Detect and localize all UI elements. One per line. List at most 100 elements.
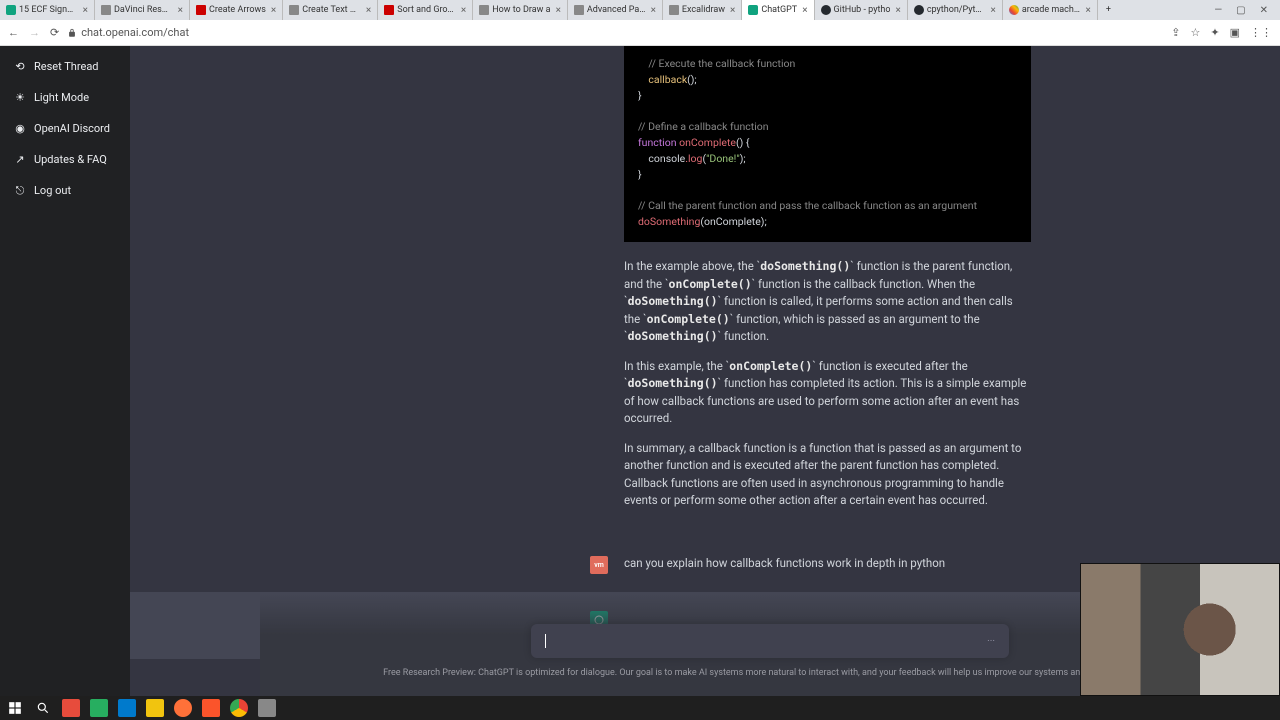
lock-icon [67, 28, 77, 38]
browser-tab[interactable]: Create Arrows × [190, 0, 283, 20]
sidebar-item-label: Updates & FAQ [34, 153, 107, 166]
favicon [479, 5, 489, 15]
url-field[interactable]: chat.openai.com/chat [67, 26, 1163, 39]
close-window-button[interactable]: ✕ [1260, 5, 1268, 16]
sidebar-item-label: Log out [34, 184, 71, 197]
sun-icon: ☀ [14, 92, 26, 104]
share-icon[interactable]: ⇪ [1171, 26, 1180, 39]
browser-tab[interactable]: Excalidraw × [663, 0, 742, 20]
tab-close-button[interactable]: × [730, 5, 735, 16]
browser-tab[interactable]: How to Draw a × [473, 0, 568, 20]
tab-close-button[interactable]: × [271, 5, 276, 16]
assistant-message: In the example above, the `doSomething()… [624, 258, 1031, 510]
task-app-1[interactable] [62, 699, 80, 717]
code-block: // Execute the callback function callbac… [624, 46, 1031, 242]
tab-title: Sort and Group [397, 5, 456, 15]
tab-title: ChatGPT [761, 5, 797, 15]
sidebar-item-label: Reset Thread [34, 60, 99, 73]
send-button[interactable]: ··· [987, 636, 995, 647]
tab-title: Advanced Pain… [587, 5, 646, 15]
webcam-overlay [1080, 563, 1280, 696]
task-firefox[interactable] [174, 699, 192, 717]
sidebar-item-label: OpenAI Discord [34, 122, 110, 135]
url-text: chat.openai.com/chat [81, 26, 189, 39]
logout-icon: ⎋ [14, 185, 26, 197]
start-button[interactable] [6, 699, 24, 717]
tab-close-button[interactable]: × [83, 5, 88, 16]
tab-close-button[interactable]: × [461, 5, 466, 16]
tab-close-button[interactable]: × [556, 5, 561, 16]
sidebar-item-log-out[interactable]: ⎋ Log out [6, 176, 124, 205]
sidebar-item-label: Light Mode [34, 91, 89, 104]
tab-title: DaVinci Resol… [114, 5, 173, 15]
menu-icon[interactable]: ⋮⋮ [1250, 26, 1272, 39]
favicon [6, 5, 16, 15]
task-chrome[interactable] [230, 699, 248, 717]
browser-tab[interactable]: Sort and Group × [378, 0, 473, 20]
discord-icon: ◉ [14, 123, 26, 135]
browser-tab[interactable]: 15 ECF Signals × [0, 0, 95, 20]
tab-close-button[interactable]: × [990, 5, 995, 16]
external-link-icon: ↗ [14, 154, 26, 166]
favicon [1009, 5, 1019, 15]
task-app-3[interactable] [258, 699, 276, 717]
tab-title: Excalidraw [682, 5, 725, 15]
favicon [669, 5, 679, 15]
tab-title: How to Draw a [492, 5, 550, 15]
user-message-text: can you explain how callback functions w… [624, 556, 945, 570]
task-vscode[interactable] [118, 699, 136, 717]
refresh-icon: ⟲ [14, 61, 26, 73]
sidebar-item-light-mode[interactable]: ☀ Light Mode [6, 83, 124, 112]
browser-tab[interactable]: DaVinci Resol… × [95, 0, 190, 20]
minimize-button[interactable]: — [1214, 5, 1222, 16]
back-button[interactable]: ← [8, 26, 19, 39]
favicon [384, 5, 394, 15]
tab-title: cpython/Pytho… [927, 5, 986, 15]
sidebar: ⟲ Reset Thread ☀ Light Mode ◉ OpenAI Dis… [0, 46, 130, 696]
window-controls: — ▢ ✕ [1202, 5, 1280, 16]
sidebar-item-reset-thread[interactable]: ⟲ Reset Thread [6, 52, 124, 81]
favicon [821, 5, 831, 15]
browser-tab[interactable]: cpython/Pytho… × [908, 0, 1003, 20]
tab-close-button[interactable]: × [178, 5, 183, 16]
side-panel-icon[interactable]: ▣ [1230, 26, 1240, 39]
browser-tab[interactable]: Create Text Re… × [283, 0, 378, 20]
address-bar: ← → ⟳ chat.openai.com/chat ⇪ ☆ ✦ ▣ ⋮⋮ [0, 20, 1280, 46]
maximize-button[interactable]: ▢ [1236, 5, 1245, 16]
task-brave[interactable] [202, 699, 220, 717]
task-explorer[interactable] [146, 699, 164, 717]
new-tab-button[interactable]: + [1098, 5, 1119, 15]
tab-close-button[interactable]: × [895, 5, 900, 16]
sidebar-item-discord[interactable]: ◉ OpenAI Discord [6, 114, 124, 143]
star-icon[interactable]: ☆ [1191, 26, 1201, 39]
tab-title: GitHub - pytho [834, 5, 891, 15]
sidebar-item-updates-faq[interactable]: ↗ Updates & FAQ [6, 145, 124, 174]
tab-close-button[interactable]: × [802, 5, 807, 16]
browser-tab[interactable]: Advanced Pain… × [568, 0, 663, 20]
favicon [289, 5, 299, 15]
tab-title: Create Arrows [209, 5, 266, 15]
browser-tab[interactable]: arcade machin… × [1003, 0, 1098, 20]
tab-title: Create Text Re… [302, 5, 361, 15]
tab-close-button[interactable]: × [366, 5, 371, 16]
favicon [101, 5, 111, 15]
task-app-2[interactable] [90, 699, 108, 717]
tab-title: 15 ECF Signals [19, 5, 78, 15]
taskbar [0, 696, 1280, 720]
favicon [748, 5, 758, 15]
browser-tab-strip: 15 ECF Signals×DaVinci Resol…×Create Arr… [0, 0, 1280, 20]
chat-input-container[interactable]: ··· [531, 624, 1009, 658]
favicon [574, 5, 584, 15]
forward-button[interactable]: → [29, 26, 40, 39]
user-avatar: vm [590, 556, 608, 574]
search-icon[interactable] [34, 699, 52, 717]
tab-close-button[interactable]: × [651, 5, 656, 16]
chat-input[interactable] [546, 634, 987, 648]
tab-title: arcade machin… [1022, 5, 1081, 15]
tab-close-button[interactable]: × [1085, 5, 1090, 16]
favicon [196, 5, 206, 15]
browser-tab[interactable]: GitHub - pytho × [815, 0, 908, 20]
extensions-icon[interactable]: ✦ [1210, 26, 1219, 39]
reload-button[interactable]: ⟳ [50, 26, 59, 39]
browser-tab[interactable]: ChatGPT × [742, 0, 814, 20]
